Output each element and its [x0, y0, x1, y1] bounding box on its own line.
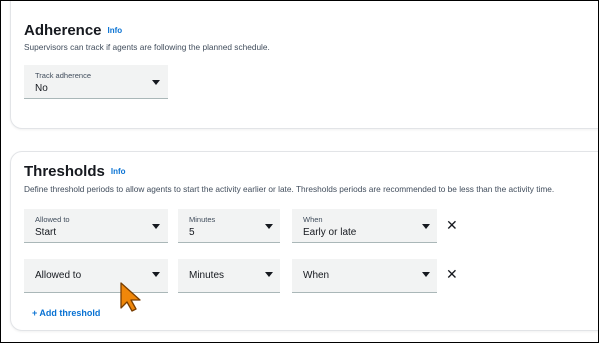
track-adherence-value: No — [35, 83, 48, 94]
adherence-description: Supervisors can track if agents are foll… — [24, 42, 270, 52]
caret-down-icon — [422, 272, 430, 277]
minutes-select[interactable]: Minutes — [178, 259, 280, 293]
thresholds-description: Define threshold periods to allow agents… — [24, 184, 555, 194]
add-threshold-button[interactable]: + Add threshold — [32, 308, 100, 318]
adherence-panel: Adherence Info Supervisors can track if … — [10, 0, 599, 129]
thresholds-title: Thresholds — [24, 163, 105, 180]
allowed-to-placeholder: Allowed to — [35, 270, 82, 281]
when-select[interactable]: When — [292, 259, 437, 293]
minutes-select[interactable]: Minutes 5 — [178, 209, 280, 243]
adherence-title: Adherence — [24, 22, 102, 39]
adherence-header: Adherence Info — [24, 22, 122, 39]
when-label: When — [303, 215, 323, 224]
thresholds-header: Thresholds Info — [24, 163, 126, 180]
caret-down-icon — [265, 272, 273, 277]
allowed-to-label: Allowed to — [35, 215, 70, 224]
caret-down-icon — [152, 80, 160, 85]
remove-threshold-icon[interactable]: ✕ — [446, 267, 458, 281]
track-adherence-select[interactable]: Track adherence No — [24, 65, 168, 99]
when-value: Early or late — [303, 227, 357, 238]
adherence-info-link[interactable]: Info — [108, 26, 123, 35]
minutes-placeholder: Minutes — [189, 270, 225, 281]
pointer-arrow-icon — [120, 282, 141, 312]
thresholds-panel: Thresholds Info Define threshold periods… — [10, 151, 599, 331]
when-select[interactable]: When Early or late — [292, 209, 437, 243]
remove-threshold-icon[interactable]: ✕ — [446, 218, 458, 232]
thresholds-info-link[interactable]: Info — [111, 167, 126, 176]
caret-down-icon — [152, 272, 160, 277]
caret-down-icon — [422, 224, 430, 229]
minutes-label: Minutes — [189, 215, 216, 224]
allowed-to-value: Start — [35, 227, 57, 238]
allowed-to-select[interactable]: Allowed to Start — [24, 209, 168, 243]
caret-down-icon — [152, 224, 160, 229]
when-placeholder: When — [303, 270, 330, 281]
minutes-value: 5 — [189, 227, 195, 238]
caret-down-icon — [265, 224, 273, 229]
track-adherence-label: Track adherence — [35, 71, 92, 80]
